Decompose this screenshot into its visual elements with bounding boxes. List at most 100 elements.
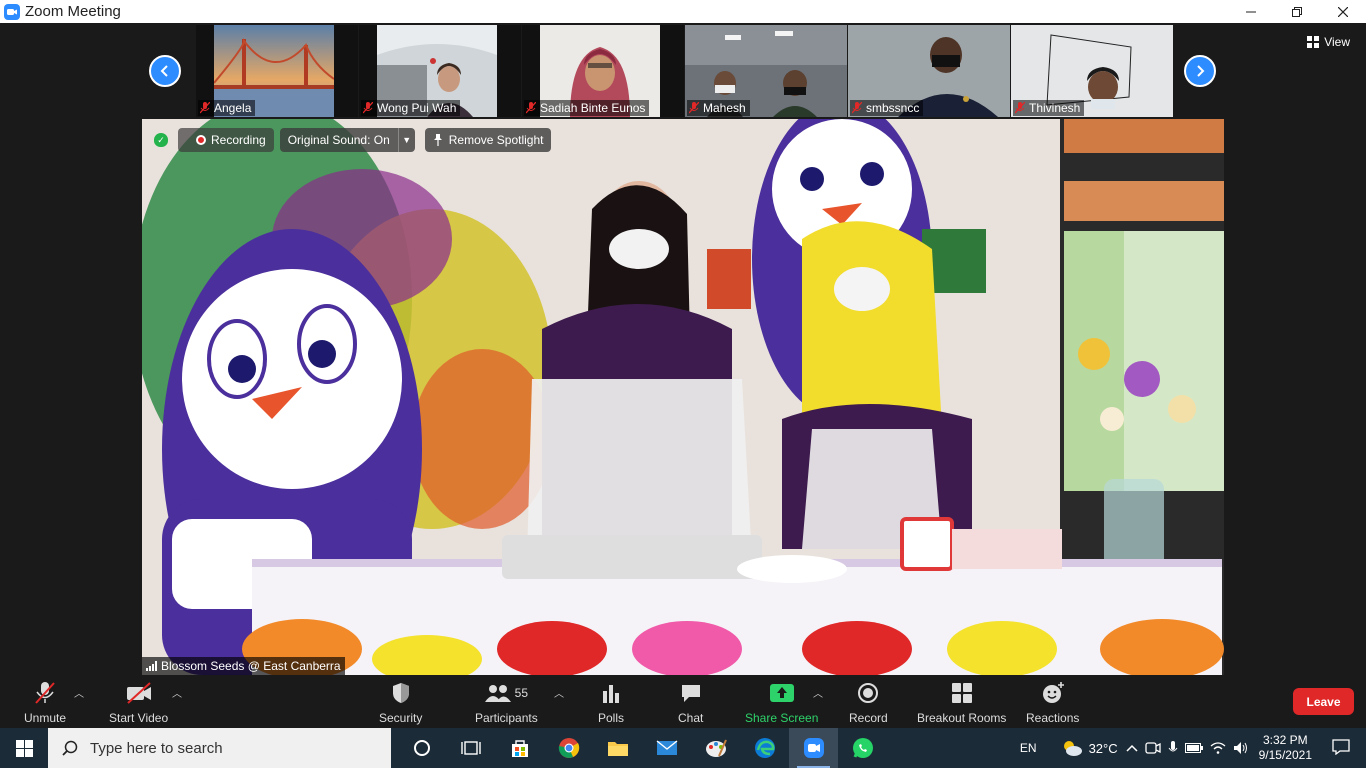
encryption-shield-icon[interactable]: ✓	[154, 133, 168, 147]
breakout-rooms-icon	[951, 683, 972, 703]
restore-icon	[1292, 6, 1302, 17]
wifi-icon[interactable]	[1210, 742, 1226, 754]
chevron-down-icon[interactable]: ▼	[399, 135, 415, 145]
security-button[interactable]: Security	[379, 680, 422, 725]
unmute-button[interactable]: Unmute	[24, 680, 66, 725]
video-options-caret[interactable]: ︿	[172, 685, 182, 700]
pin-icon	[433, 134, 442, 146]
participant-tile[interactable]: Thivinesh	[1011, 25, 1173, 117]
battery-icon[interactable]	[1184, 743, 1203, 753]
paint-app[interactable]	[691, 728, 740, 768]
close-button[interactable]	[1320, 0, 1366, 23]
file-explorer-app[interactable]	[593, 728, 642, 768]
shield-icon	[392, 683, 409, 703]
start-button[interactable]	[0, 728, 48, 768]
gallery-next-button[interactable]	[1184, 55, 1216, 87]
chat-icon	[681, 685, 700, 702]
cortana-button[interactable]	[397, 728, 446, 768]
spotlight-video: ✓ Recording Original Sound: On ▼ Remove …	[142, 119, 1224, 675]
chevron-up-icon[interactable]	[1126, 743, 1138, 753]
participants-button[interactable]: 55 Participants	[475, 680, 538, 725]
video-off-icon	[126, 682, 151, 704]
microphone-icon[interactable]	[1168, 741, 1178, 755]
restore-button[interactable]	[1274, 0, 1320, 23]
whatsapp-icon	[852, 738, 873, 758]
taskbar-clock[interactable]: 3:32 PM 9/15/2021	[1259, 733, 1312, 763]
meet-now-icon[interactable]	[1144, 741, 1161, 755]
zoom-icon	[803, 738, 824, 758]
volume-icon[interactable]	[1233, 741, 1249, 755]
gallery-prev-button[interactable]	[149, 55, 181, 87]
chat-button[interactable]: Chat	[678, 680, 703, 725]
zoom-app-taskbar[interactable]	[789, 728, 838, 768]
speaker-name-tag: Blossom Seeds @ East Canberra	[142, 657, 345, 675]
whatsapp-app[interactable]	[838, 728, 887, 768]
zoom-logo-icon	[4, 3, 20, 20]
taskbar-pinned-apps	[397, 728, 887, 768]
notification-center-button[interactable]	[1332, 738, 1352, 758]
participant-tile[interactable]: Mahesh	[685, 25, 847, 117]
mic-muted-icon	[200, 102, 210, 114]
recording-indicator[interactable]: Recording	[178, 128, 274, 152]
meeting-controls: Unmute ︿ Start Video ︿ Security 55 Parti…	[0, 675, 1366, 728]
participants-icon	[484, 685, 511, 702]
mic-muted-icon	[363, 102, 373, 114]
gallery-strip: Angela Wong Pui Wah Sadiah Binte Eunos M…	[196, 25, 1174, 117]
participant-tile[interactable]: Sadiah Binte Eunos	[522, 25, 684, 117]
original-sound-toggle[interactable]: Original Sound: On ▼	[279, 128, 415, 152]
system-tray: EN 32°C 3:32 PM 9/15/2021	[1020, 728, 1366, 768]
start-video-button[interactable]: Start Video	[109, 680, 168, 725]
participant-name-tag: smbssncc	[850, 100, 924, 116]
zoom-app: Zoom Meeting Angela Wong Pui Wah Sadiah …	[0, 0, 1366, 768]
palette-icon	[705, 739, 727, 757]
record-dot-icon	[196, 135, 206, 145]
participant-name-tag: Angela	[198, 100, 256, 116]
folder-icon	[607, 742, 628, 756]
participant-name-tag: Wong Pui Wah	[361, 100, 461, 116]
participant-tile[interactable]: smbssncc	[848, 25, 1010, 117]
mic-muted-icon	[526, 102, 536, 114]
mic-muted-icon	[35, 682, 55, 704]
task-view-icon	[460, 741, 481, 755]
share-options-caret[interactable]: ︿	[813, 685, 823, 700]
participant-name-tag: Sadiah Binte Eunos	[524, 100, 650, 116]
window-titlebar: Zoom Meeting	[0, 0, 1366, 23]
view-button[interactable]: View	[1307, 35, 1350, 49]
participants-options-caret[interactable]: ︿	[554, 685, 564, 700]
mic-muted-icon	[1015, 102, 1025, 114]
audio-options-caret[interactable]: ︿	[74, 685, 84, 700]
participant-tile[interactable]: Angela	[196, 25, 358, 117]
chevron-left-icon	[160, 65, 168, 77]
windows-taskbar: Type here to search EN 32°C 3:32 PM 9/15…	[0, 728, 1366, 768]
leave-button[interactable]: Leave	[1293, 688, 1354, 715]
edge-app[interactable]	[740, 728, 789, 768]
reactions-button[interactable]: Reactions	[1026, 680, 1079, 725]
mic-muted-icon	[689, 102, 699, 114]
video-overlay-controls: ✓ Recording Original Sound: On ▼ Remove …	[154, 128, 552, 152]
taskbar-search-box[interactable]: Type here to search	[48, 728, 391, 768]
input-language[interactable]: EN	[1020, 741, 1037, 755]
participant-tile[interactable]: Wong Pui Wah	[359, 25, 521, 117]
record-icon	[858, 683, 879, 703]
participant-name-tag: Thivinesh	[1013, 100, 1085, 116]
window-title: Zoom Meeting	[25, 3, 121, 20]
meeting-area: Angela Wong Pui Wah Sadiah Binte Eunos M…	[0, 23, 1366, 675]
signal-strength-icon	[146, 661, 157, 671]
minimize-button[interactable]	[1228, 0, 1274, 23]
cloud-sun-icon	[1063, 741, 1082, 756]
polls-button[interactable]: Polls	[598, 680, 624, 725]
weather-widget[interactable]: 32°C	[1061, 740, 1118, 756]
remove-spotlight-button[interactable]: Remove Spotlight	[424, 128, 552, 152]
store-icon	[511, 740, 528, 757]
share-screen-button[interactable]: Share Screen	[745, 680, 818, 725]
notification-icon	[1332, 738, 1350, 755]
share-screen-icon	[769, 684, 794, 702]
task-view-button[interactable]	[446, 728, 495, 768]
chrome-app[interactable]	[544, 728, 593, 768]
spotlight-video-frame	[142, 119, 1224, 675]
mail-app[interactable]	[642, 728, 691, 768]
minimize-icon	[1246, 11, 1256, 12]
record-button[interactable]: Record	[849, 680, 888, 725]
breakout-rooms-button[interactable]: Breakout Rooms	[917, 680, 1006, 725]
store-app[interactable]	[495, 728, 544, 768]
